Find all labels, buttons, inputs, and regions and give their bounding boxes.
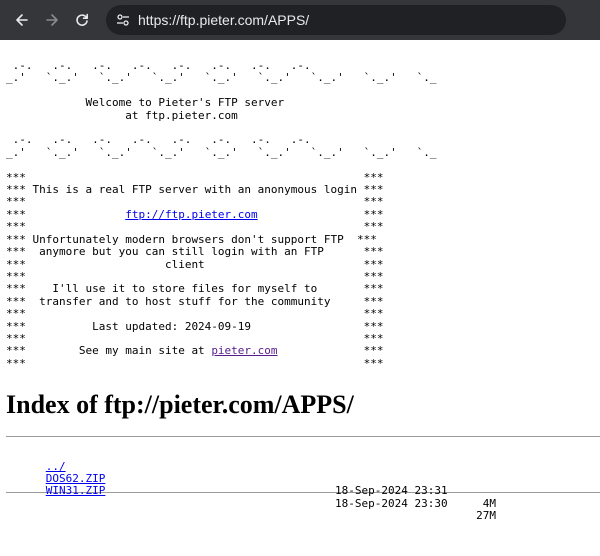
stars: *** — [6, 307, 26, 321]
stars: *** — [363, 170, 384, 184]
main-site-link[interactable]: pieter.com — [211, 344, 277, 357]
page-content: .-. .-. .-. .-. .-. .-. .-. .-. _.' `._.… — [0, 40, 600, 522]
info-line: This is a real FTP server with an anonym… — [25, 183, 364, 197]
stars: *** — [363, 207, 384, 221]
stars: *** — [6, 282, 26, 296]
address-bar[interactable]: https://ftp.pieter.com/APPS/ — [106, 5, 566, 35]
stars: *** — [363, 282, 384, 296]
ftp-link[interactable]: ftp://ftp.pieter.com — [125, 208, 257, 221]
ascii-banner: .-. .-. .-. .-. .-. .-. .-. .-. _.' `._.… — [6, 59, 594, 370]
stars: *** — [6, 207, 26, 221]
stars: *** — [363, 269, 384, 283]
list-item: WIN31.ZIP 18-Sep-2024 23:30 27M — [6, 473, 594, 522]
welcome-host-text: at ftp.pieter.com — [6, 108, 238, 122]
browser-toolbar: https://ftp.pieter.com/APPS/ — [0, 0, 600, 40]
welcome-text: Welcome to Pieter's FTP server — [6, 96, 285, 110]
wave-line: _.' `._.' `._.' `._.' `._.' `._.' `._.' … — [6, 71, 437, 85]
file-size: 27M — [476, 509, 496, 523]
stars: *** — [6, 331, 26, 345]
info-line: Last updated: 2024-09-19 — [25, 319, 351, 333]
info-line: Unfortunately modern browsers don't supp… — [25, 232, 358, 246]
back-button[interactable] — [8, 6, 36, 34]
stars: *** — [363, 344, 384, 358]
list-item: ../ — [6, 448, 594, 472]
url-text[interactable]: https://ftp.pieter.com/APPS/ — [138, 12, 309, 28]
info-line: client — [25, 257, 351, 271]
stars: *** — [6, 195, 26, 209]
page-title: Index of ftp://pieter.com/APPS/ — [6, 390, 354, 420]
stars: *** — [357, 232, 377, 246]
list-item: DOS62.ZIP 18-Sep-2024 23:31 4M — [6, 461, 594, 509]
stars: *** — [363, 331, 384, 345]
stars: *** — [363, 245, 384, 259]
stars: *** — [6, 220, 26, 234]
stars: *** — [363, 195, 384, 209]
stars: *** — [363, 307, 384, 321]
reload-button[interactable] — [68, 6, 96, 34]
wave-line: .-. .-. .-. .-. .-. .-. .-. .-. — [6, 133, 311, 147]
file-listing: ../ DOS62.ZIP 18-Sep-2024 23:31 4M WIN31… — [6, 437, 594, 522]
tune-icon — [117, 14, 129, 26]
info-line: I'll use it to store files for myself to — [25, 282, 351, 296]
stars: *** — [363, 220, 384, 234]
stars: *** — [363, 183, 384, 197]
stars: *** — [363, 356, 384, 370]
info-line: See my main site at — [25, 344, 212, 358]
stars: *** — [6, 257, 26, 271]
stars: *** — [363, 319, 384, 333]
info-line: transfer and to host stuff for the commu… — [25, 294, 351, 308]
site-info-button[interactable] — [112, 9, 134, 31]
arrow-right-icon — [46, 14, 58, 26]
stars: *** — [6, 183, 26, 197]
stars: *** — [6, 269, 26, 283]
stars: *** — [363, 257, 384, 271]
wave-line: .-. .-. .-. .-. .-. .-. .-. .-. — [6, 59, 311, 72]
stars: *** — [6, 344, 26, 358]
stars: *** — [6, 245, 26, 259]
arrow-left-icon — [16, 14, 28, 26]
file-date: 18-Sep-2024 23:31 — [335, 484, 448, 498]
info-line: anymore but you can still login with an … — [25, 245, 351, 259]
stars: *** — [363, 294, 384, 308]
wave-line: _.' `._.' `._.' `._.' `._.' `._.' `._.' … — [6, 145, 437, 159]
stars: *** — [6, 170, 26, 184]
stars: *** — [6, 294, 26, 308]
stars: *** — [6, 319, 26, 333]
file-link[interactable]: WIN31.ZIP — [46, 484, 106, 497]
stars: *** — [6, 232, 26, 246]
forward-button[interactable] — [38, 6, 66, 34]
reload-icon — [76, 13, 88, 26]
stars: *** — [6, 356, 26, 370]
file-date: 18-Sep-2024 23:30 — [335, 496, 448, 510]
